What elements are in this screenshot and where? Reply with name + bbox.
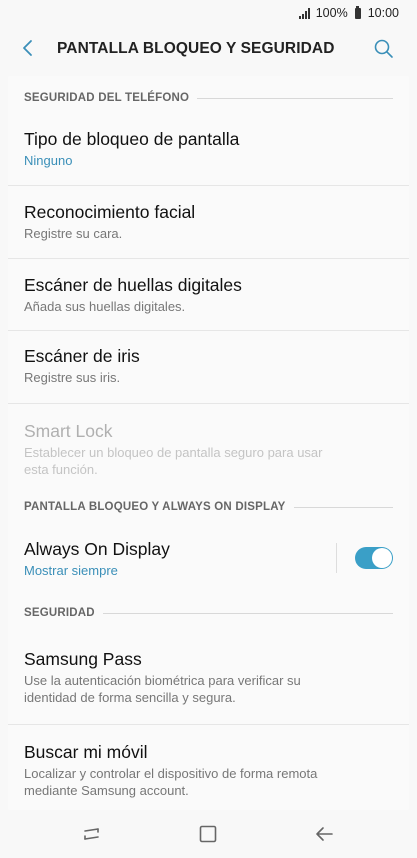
setting-title: Smart Lock (24, 421, 113, 441)
navigation-bar (0, 810, 417, 858)
setting-title: Buscar mi móvil (24, 742, 148, 762)
section-header-phone-security: SEGURIDAD DEL TELÉFONO (8, 76, 409, 120)
setting-title: Samsung Pass (24, 649, 142, 669)
setting-summary: Añada sus huellas digitales. (24, 299, 186, 314)
back-arrow-icon[interactable] (18, 38, 38, 58)
screen: 100% 10:00 PANTALLA BLOQUEO Y SEGURIDAD … (0, 0, 417, 858)
setting-title: Escáner de iris (24, 346, 140, 366)
setting-screen-lock-type[interactable]: Tipo de bloqueo de pantalla Ninguno (8, 120, 409, 186)
signal-icon (298, 7, 310, 19)
setting-summary: Establecer un bloqueo de pantalla seguro… (24, 445, 323, 477)
page-title: PANTALLA BLOQUEO Y SEGURIDAD (57, 40, 335, 57)
section-header-lock-screen-aod: PANTALLA BLOQUEO Y ALWAYS ON DISPLAY (8, 494, 409, 520)
setting-face-recognition[interactable]: Reconocimiento facial Registre su cara. (8, 186, 409, 259)
setting-summary: Registre su cara. (24, 226, 123, 241)
app-bar: PANTALLA BLOQUEO Y SEGURIDAD (0, 28, 417, 70)
setting-summary: Localizar y controlar el dispositivo de … (24, 766, 318, 798)
search-icon[interactable] (373, 38, 395, 60)
setting-always-on-display[interactable]: Always On Display Mostrar siempre (8, 520, 409, 596)
divider (336, 543, 337, 573)
back-icon[interactable] (314, 824, 334, 844)
home-icon[interactable] (198, 824, 218, 844)
section-header-security: SEGURIDAD (8, 596, 409, 630)
battery-icon (354, 5, 361, 19)
setting-title: Tipo de bloqueo de pantalla (24, 129, 240, 149)
always-on-display-toggle[interactable] (355, 547, 393, 569)
setting-summary: Registre sus iris. (24, 370, 121, 385)
toggle-knob (372, 548, 392, 568)
setting-summary: Use la autenticación biométrica para ver… (24, 673, 301, 705)
setting-title: Escáner de huellas digitales (24, 275, 242, 295)
battery-level: 100% (315, 6, 348, 20)
setting-smart-lock: Smart Lock Establecer un bloqueo de pant… (8, 404, 409, 494)
setting-find-my-mobile[interactable]: Buscar mi móvil Localizar y controlar el… (8, 725, 409, 810)
setting-title: Reconocimiento facial (24, 202, 196, 222)
setting-fingerprint-scanner[interactable]: Escáner de huellas digitales Añada sus h… (8, 259, 409, 331)
clock: 10:00 (367, 6, 399, 20)
setting-iris-scanner[interactable]: Escáner de iris Registre sus iris. (8, 331, 409, 404)
recents-icon[interactable] (82, 824, 102, 844)
setting-samsung-pass[interactable]: Samsung Pass Use la autenticación biomét… (8, 630, 409, 725)
settings-list: SEGURIDAD DEL TELÉFONO Tipo de bloqueo d… (8, 76, 409, 810)
setting-summary: Ninguno (24, 153, 73, 168)
status-bar: 100% 10:00 (0, 0, 417, 28)
